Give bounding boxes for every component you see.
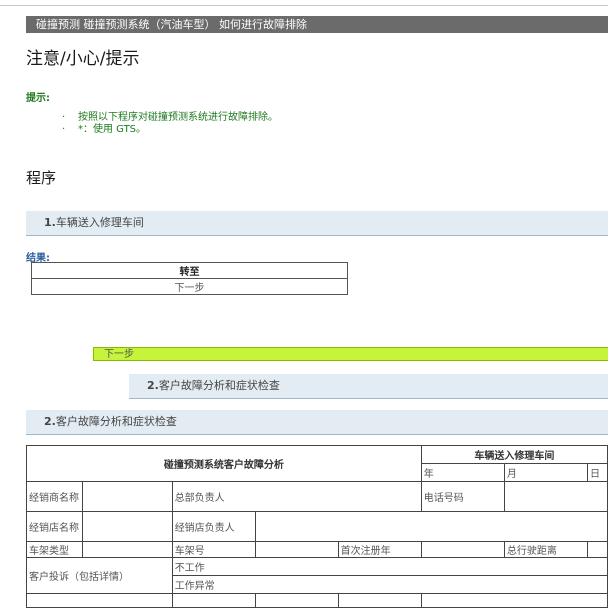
step-number: 1.	[44, 216, 56, 229]
year-label: 年	[420, 463, 505, 482]
store-manager-value	[254, 511, 608, 542]
step-number: 2.	[147, 379, 159, 392]
total-mileage-value	[587, 541, 608, 558]
result-table: 转至 下一步	[31, 262, 348, 295]
step-2-section-header: 2.客户故障分析和症状检查	[26, 410, 608, 435]
form-cell	[171, 593, 256, 608]
hint-item: · *：使用 GTS。	[62, 120, 146, 135]
step-2-header[interactable]: 2.客户故障分析和症状检查	[129, 374, 608, 399]
title-bar-text: 碰撞预测 碰撞预测系统（汽油车型） 如何进行故障排除	[36, 18, 307, 31]
goto-header: 转至	[31, 262, 348, 279]
step-label: 客户故障分析和症状检查	[158, 379, 280, 392]
first-reg-year-label: 首次注册年	[337, 541, 422, 558]
complaint-label: 客户投诉（包括详情）	[26, 557, 173, 594]
form-cell	[254, 593, 339, 608]
not-working-option: 不工作	[171, 557, 608, 576]
malfunction-option: 工作异常	[171, 575, 608, 594]
hint-text: *：使用 GTS。	[78, 124, 147, 135]
frame-type-value	[81, 541, 173, 558]
frame-no-label: 车架号	[171, 541, 256, 558]
total-mileage-label: 总行驶距离	[503, 541, 589, 558]
frame-type-label: 车架类型	[26, 541, 83, 558]
bullet: ·	[62, 124, 66, 135]
top-divider	[0, 5, 608, 6]
phone-value	[503, 481, 608, 512]
store-name-label: 经销店名称	[26, 511, 83, 542]
hq-manager-label: 总部负责人	[171, 481, 422, 512]
form-cell	[26, 593, 173, 608]
next-step-link[interactable]: 下一步	[93, 347, 608, 361]
form-cell	[337, 593, 422, 608]
step-number: 2.	[44, 415, 56, 428]
dealer-name-value	[81, 481, 173, 512]
day-label: 日	[587, 463, 608, 482]
month-label: 月	[503, 463, 589, 482]
store-manager-label: 经销店负责人	[171, 511, 256, 542]
goto-value: 下一步	[31, 278, 348, 295]
hint-label: 提示:	[26, 93, 50, 104]
customer-analysis-form: 碰撞预测系统客户故障分析 车辆送入修理车间 年 月 日 经销商名称 总部负责人 …	[26, 445, 608, 608]
form-cell	[420, 593, 608, 608]
step-label: 客户故障分析和症状检查	[55, 415, 177, 428]
page-heading: 注意/小心/提示	[26, 49, 140, 69]
phone-label: 电话号码	[420, 481, 505, 512]
step-label: 车辆送入修理车间	[55, 216, 144, 229]
dealer-name-label: 经销商名称	[26, 481, 83, 512]
form-title: 碰撞预测系统客户故障分析	[26, 445, 422, 482]
store-name-value	[81, 511, 173, 542]
frame-no-value	[254, 541, 339, 558]
first-reg-year-value	[420, 541, 505, 558]
step-1-header[interactable]: 1.车辆送入修理车间	[26, 211, 608, 236]
procedure-heading: 程序	[26, 169, 57, 187]
title-bar: 碰撞预测 碰撞预测系统（汽油车型） 如何进行故障排除	[26, 16, 608, 33]
arrival-title: 车辆送入修理车间	[420, 445, 608, 464]
